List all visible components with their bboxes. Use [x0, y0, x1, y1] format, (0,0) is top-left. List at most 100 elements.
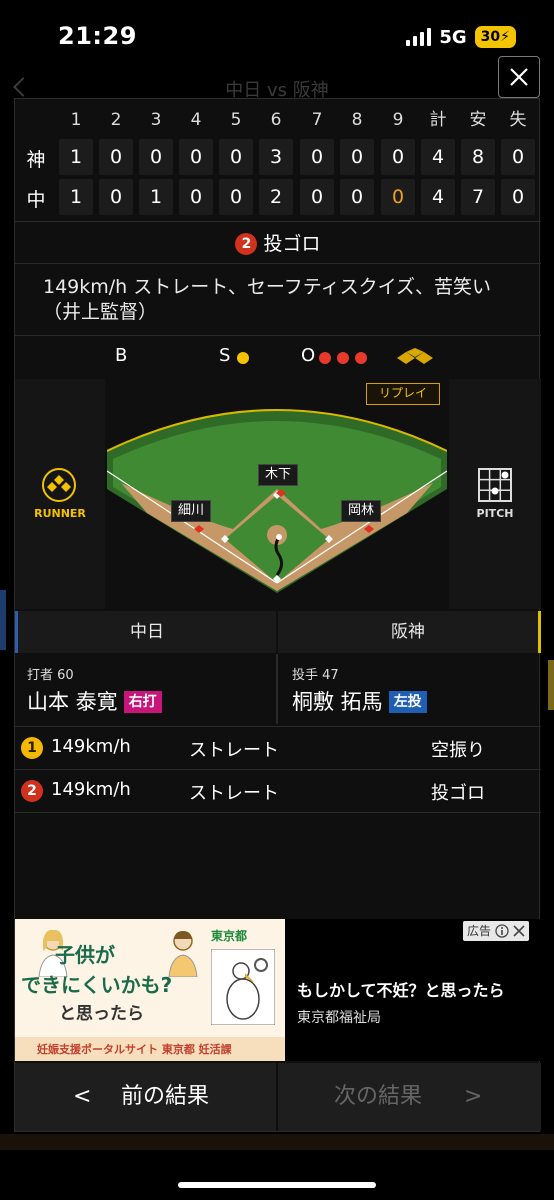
battery-icon: 30⚡ [474, 26, 516, 48]
pitch-label: PITCH [476, 507, 514, 520]
inning-header: 計 [429, 110, 447, 130]
battery-level: 30 [480, 29, 501, 45]
pitcher-name: 桐敷 拓馬 [292, 690, 383, 714]
background-decoration [0, 590, 6, 650]
out-dot [319, 352, 331, 364]
pitch-number-badge: 1 [21, 737, 43, 759]
pitcher-card: 投手 47 桐敷 拓馬 左投 [278, 654, 541, 724]
divider [15, 263, 541, 264]
pitch-number-badge: 2 [21, 780, 43, 802]
divider [15, 335, 541, 336]
score-cell: 0 [300, 179, 334, 215]
prev-result-button[interactable]: < 前の結果 [15, 1063, 276, 1131]
score-cell: 2 [259, 179, 293, 215]
ball-label: B [115, 345, 128, 366]
inning-header: 安 [469, 110, 487, 130]
ad-illustration-stork [211, 949, 275, 1025]
runner-bases-icon [42, 468, 76, 502]
ad-logo-text: 東京都 [211, 929, 248, 943]
pitch-result: 投ゴロ [431, 783, 485, 804]
prev-result-label: 前の結果 [121, 1084, 210, 1109]
batter-info: 山本 泰寛 右打 [27, 686, 162, 716]
info-icon [495, 924, 509, 938]
field-area: RUNNER リプレイ 木下 細川 岡林 PITCH [15, 379, 541, 609]
replay-button[interactable]: リプレイ [366, 383, 440, 405]
ad-banner[interactable]: 東京都 子供が できにくいかも? と思ったら 妊娠支援ポータルサイト 東京都 妊… [15, 919, 541, 1061]
score-cell: 0 [99, 179, 133, 215]
pitcher-role: 投手 47 [292, 668, 339, 683]
out-dot [337, 352, 349, 364]
score-cell: 0 [340, 179, 374, 215]
team-header-home: 中日 [15, 611, 276, 653]
team-abbrev: 神 [26, 149, 46, 171]
ad-label: 広告 [467, 924, 492, 938]
play-number-badge: 2 [235, 233, 258, 255]
throwing-hand-badge: 左投 [388, 691, 427, 713]
score-cell: 3 [259, 139, 293, 175]
background-decoration [0, 1134, 554, 1150]
ad-sponsor: 東京都福祉局 [297, 1010, 381, 1026]
inning-header: 7 [311, 110, 323, 130]
next-result-button[interactable]: 次の結果 > [278, 1063, 541, 1131]
divider [15, 221, 541, 222]
score-cell: 0 [501, 139, 535, 175]
inning-header: 失 [509, 110, 527, 130]
network-label: 5G [439, 26, 467, 48]
close-icon [510, 68, 528, 86]
status-bar: 21:29 5G 30⚡ [0, 0, 554, 80]
fielder-left: 細川 [171, 500, 212, 522]
chevron-left-icon: < [73, 1084, 92, 1109]
score-cell: 7 [461, 179, 495, 215]
score-cell: 0 [139, 139, 173, 175]
score-cell: 1 [139, 179, 173, 215]
field-diagram [107, 379, 447, 609]
inning-header: 4 [190, 110, 202, 130]
score-cell: 0 [381, 139, 415, 175]
close-button[interactable] [498, 56, 540, 98]
batter-card: 打者 60 山本 泰寛 右打 [15, 654, 276, 724]
fielder-right: 岡林 [341, 500, 382, 522]
inning-header: 9 [392, 110, 404, 130]
runner-button[interactable]: RUNNER [15, 379, 105, 609]
pitch-button[interactable]: PITCH [449, 379, 541, 609]
team-header-away: 阪神 [278, 611, 541, 653]
score-cell: 0 [501, 179, 535, 215]
home-indicator[interactable] [178, 1182, 376, 1188]
ad-image-line2: できにくいかも? [21, 973, 173, 997]
ad-image[interactable]: 東京都 子供が できにくいかも? と思ったら 妊娠支援ポータルサイト 東京都 妊… [15, 919, 285, 1061]
pitch-row: 1 149km/h ストレート 空振り [15, 727, 541, 769]
chevron-right-icon: > [464, 1084, 483, 1109]
play-result: 2 投ゴロ [15, 231, 541, 257]
score-cell: 0 [219, 139, 253, 175]
inning-header: 5 [230, 110, 242, 130]
score-cell: 0 [381, 179, 415, 215]
strike-dot [237, 352, 249, 364]
inning-header: 1 [70, 110, 82, 130]
ad-choices-badge[interactable]: 広告 [463, 921, 530, 941]
pitcher-info: 桐敷 拓馬 左投 [292, 686, 427, 716]
score-cell: 0 [340, 139, 374, 175]
status-indicators: 5G 30⚡ [406, 26, 516, 48]
pitch-speed: 149km/h [51, 779, 131, 800]
scoreboard-header-row: 1 2 3 4 5 6 7 8 9 計 安 失 [15, 105, 541, 141]
close-icon [513, 925, 525, 937]
runner-label: RUNNER [34, 507, 86, 520]
team-abbrev: 中 [26, 189, 46, 211]
score-cell: 1 [59, 179, 93, 215]
play-result-text: 投ゴロ [263, 233, 321, 255]
out-label: O [301, 345, 316, 366]
inning-header: 2 [110, 110, 122, 130]
ad-headline[interactable]: もしかして不妊？と思ったら [297, 977, 505, 1001]
play-detail-modal: 123456789計安失 神 100003000480 中 1010020004… [14, 98, 541, 1132]
signal-icon [406, 28, 432, 46]
next-result-label: 次の結果 [334, 1084, 423, 1109]
inning-header: 3 [150, 110, 162, 130]
score-cell: 0 [179, 139, 213, 175]
ad-image-line3: と思ったら [59, 1004, 144, 1024]
batting-hand-badge: 右打 [123, 691, 162, 713]
pitch-result: 空振り [431, 740, 485, 761]
fielder-center: 木下 [258, 464, 299, 486]
pitch-row: 2 149km/h ストレート 投ゴロ [15, 770, 541, 812]
batter-role: 打者 60 [27, 668, 74, 683]
scoreboard-row-chunichi: 中 101002000470 [15, 179, 541, 215]
